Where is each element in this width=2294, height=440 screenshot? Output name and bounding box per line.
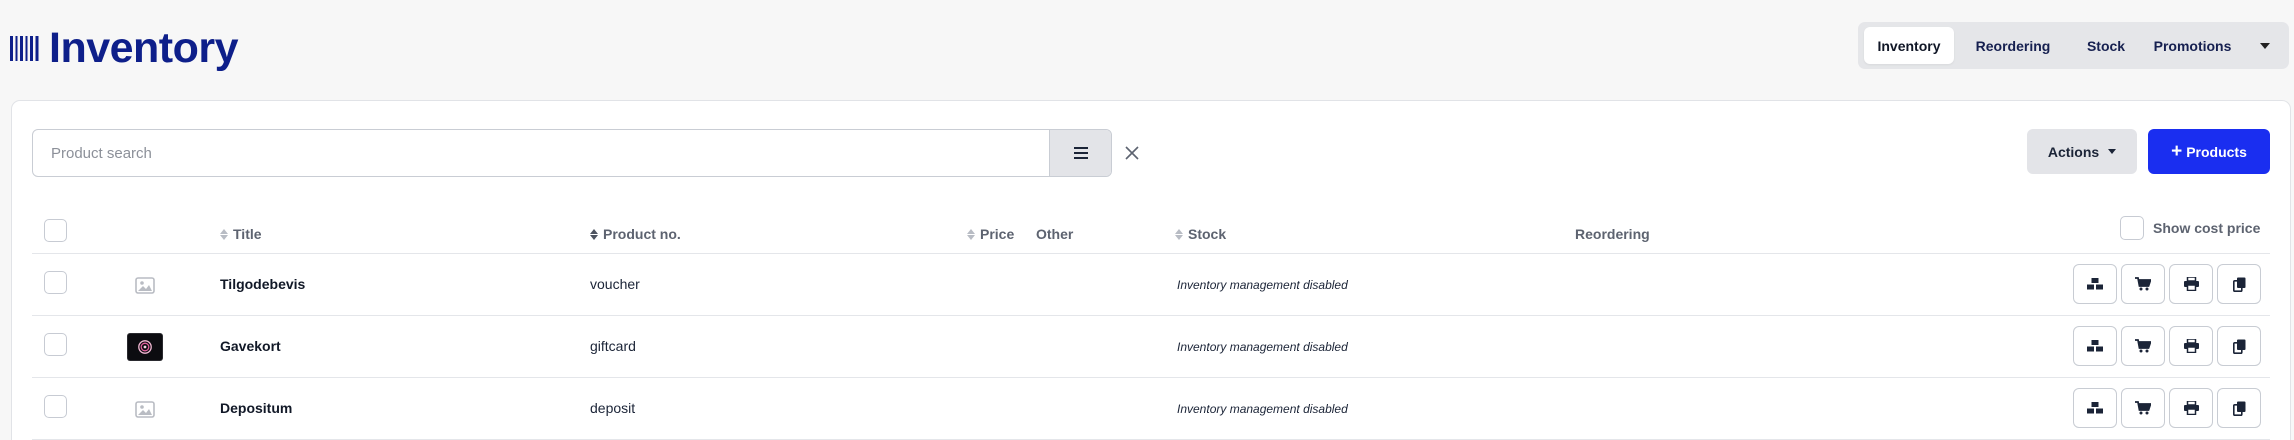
page-title: Inventory xyxy=(49,23,239,72)
cart-icon xyxy=(2135,401,2151,415)
copy-icon xyxy=(2232,339,2245,354)
giftcard-image xyxy=(128,334,162,360)
row-actions xyxy=(2073,388,2265,428)
column-label: Stock xyxy=(1188,226,1227,242)
search-filter-button[interactable] xyxy=(1049,130,1111,176)
print-icon xyxy=(2183,401,2199,415)
sort-icon xyxy=(220,228,228,240)
image-placeholder-icon xyxy=(128,272,162,298)
product-title[interactable]: Tilgodebevis xyxy=(220,276,305,292)
column-header-title[interactable]: Title xyxy=(220,224,262,244)
column-label: Price xyxy=(980,226,1015,242)
product-number: giftcard xyxy=(590,338,636,354)
tab-reordering[interactable]: Reordering xyxy=(1954,27,2072,64)
actions-dropdown-button[interactable]: Actions xyxy=(2027,129,2137,174)
sort-icon xyxy=(1175,228,1183,240)
boxes-icon xyxy=(2087,340,2103,352)
column-header-reordering: Reordering xyxy=(1575,224,1650,244)
copy-product-button[interactable] xyxy=(2217,264,2261,304)
nav-more-button[interactable] xyxy=(2245,27,2275,64)
row-actions xyxy=(2073,326,2265,366)
tab-stock[interactable]: Stock xyxy=(2072,27,2140,64)
sort-icon xyxy=(590,228,598,240)
row-actions xyxy=(2073,264,2265,304)
caret-down-icon xyxy=(2108,149,2117,154)
product-search-input[interactable] xyxy=(33,130,1049,176)
boxes-icon xyxy=(2087,402,2103,414)
menu-lines-icon xyxy=(1073,147,1088,159)
cart-icon xyxy=(2135,277,2151,291)
copy-product-button[interactable] xyxy=(2217,388,2261,428)
print-icon xyxy=(2183,277,2199,291)
plus-icon: + xyxy=(2171,141,2183,162)
copy-product-button[interactable] xyxy=(2217,326,2261,366)
app-header: Inventory xyxy=(10,22,239,74)
sort-icon xyxy=(967,228,975,240)
add-products-button[interactable]: + Products xyxy=(2148,129,2270,174)
section-nav: Inventory Reordering Stock Promotions xyxy=(1858,22,2289,69)
search-bar xyxy=(32,129,1112,177)
column-header-product-no[interactable]: Product no. xyxy=(590,224,681,244)
barcode-icon xyxy=(10,35,39,61)
stock-status: Inventory management disabled xyxy=(1177,402,1348,416)
boxes-icon xyxy=(2087,278,2103,290)
clear-search-button[interactable] xyxy=(1122,143,1142,163)
print-label-button[interactable] xyxy=(2169,326,2213,366)
column-header-stock[interactable]: Stock xyxy=(1175,224,1226,244)
row-checkbox[interactable] xyxy=(44,333,67,356)
copy-icon xyxy=(2232,401,2245,416)
stock-button[interactable] xyxy=(2073,264,2117,304)
tab-inventory[interactable]: Inventory xyxy=(1864,27,1954,64)
table-row[interactable]: Gavekort giftcard Inventory management d… xyxy=(12,316,2292,378)
product-title[interactable]: Depositum xyxy=(220,400,292,416)
actions-label: Actions xyxy=(2047,143,2100,160)
select-all-checkbox[interactable] xyxy=(44,219,67,242)
product-number: deposit xyxy=(590,400,636,416)
product-title[interactable]: Gavekort xyxy=(220,338,281,354)
column-label: Title xyxy=(233,226,262,242)
show-cost-price-checkbox[interactable] xyxy=(2120,216,2144,240)
print-label-button[interactable] xyxy=(2169,264,2213,304)
stock-status: Inventory management disabled xyxy=(1177,278,1348,292)
print-label-button[interactable] xyxy=(2169,388,2213,428)
reorder-button[interactable] xyxy=(2121,388,2165,428)
cart-icon xyxy=(2135,339,2151,353)
stock-button[interactable] xyxy=(2073,326,2117,366)
stock-status: Inventory management disabled xyxy=(1177,340,1348,354)
reorder-button[interactable] xyxy=(2121,264,2165,304)
column-header-price[interactable]: Price xyxy=(967,224,1014,244)
add-products-label: Products xyxy=(2186,143,2247,160)
column-label: Reordering xyxy=(1575,226,1650,242)
column-label: Other xyxy=(1036,226,1074,242)
table-row[interactable]: Depositum deposit Inventory management d… xyxy=(12,378,2292,440)
column-header-other: Other xyxy=(1036,224,1073,244)
inventory-panel: Actions + Products Title Product no. Pri… xyxy=(11,100,2291,440)
copy-icon xyxy=(2232,277,2245,292)
show-cost-price-label: Show cost price xyxy=(2153,220,2261,236)
table-row[interactable]: Tilgodebevis voucher Inventory managemen… xyxy=(12,254,2292,316)
print-icon xyxy=(2183,339,2199,353)
column-label: Product no. xyxy=(603,226,681,242)
row-checkbox[interactable] xyxy=(44,271,67,294)
row-checkbox[interactable] xyxy=(44,395,67,418)
show-cost-price-toggle[interactable]: Show cost price xyxy=(2120,216,2260,240)
tab-promotions[interactable]: Promotions xyxy=(2140,27,2245,64)
image-placeholder-icon xyxy=(128,396,162,422)
stock-button[interactable] xyxy=(2073,388,2117,428)
reorder-button[interactable] xyxy=(2121,326,2165,366)
caret-down-icon xyxy=(2260,42,2270,49)
close-icon xyxy=(1125,146,1139,160)
product-number: voucher xyxy=(590,276,640,292)
